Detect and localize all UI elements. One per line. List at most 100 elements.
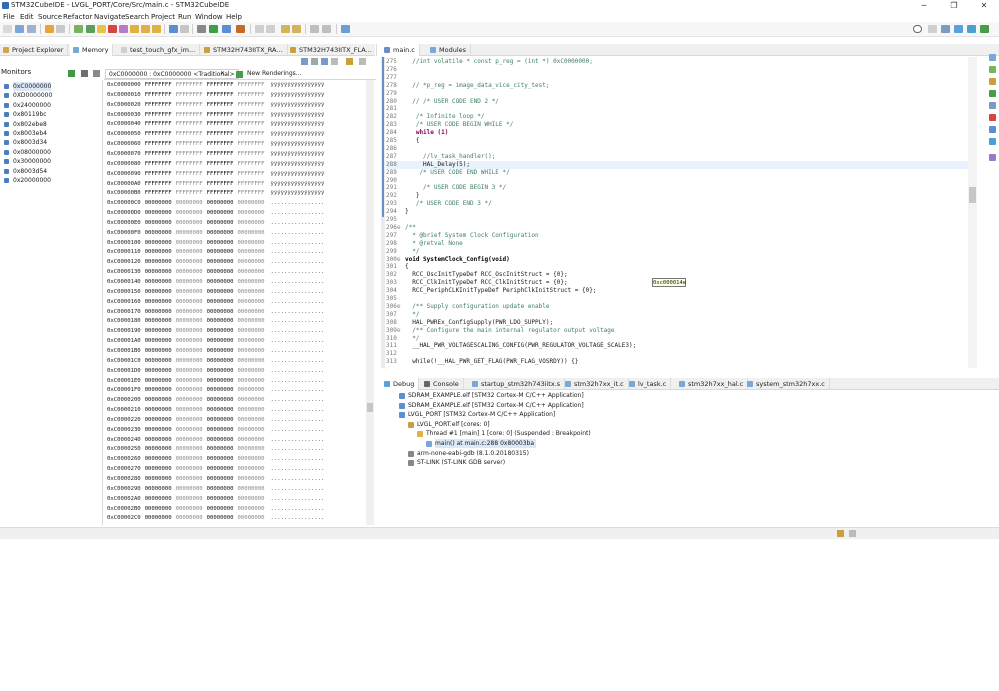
debug-tree-node[interactable]: arm-none-eabi-gdb (8.1.0.20180315) xyxy=(408,449,529,458)
search-toolbar-icon[interactable] xyxy=(255,25,264,33)
sfr-icon[interactable] xyxy=(989,126,996,133)
debug-icon[interactable] xyxy=(222,25,231,33)
remove-all-icon[interactable] xyxy=(93,70,100,77)
monitor-item[interactable]: 0xC0000000 xyxy=(4,82,52,91)
rendering-tab[interactable]: 0xC0000000 : 0xC0000000 <Traditional> xyxy=(105,69,239,79)
outline-icon[interactable] xyxy=(989,102,996,109)
new-renderings-tab[interactable]: New Renderings... xyxy=(244,69,304,79)
annotation-next-icon[interactable] xyxy=(281,25,290,33)
step-over-icon[interactable] xyxy=(141,25,150,33)
external-tools-icon[interactable] xyxy=(236,25,245,33)
remove-monitor-icon[interactable] xyxy=(81,70,88,77)
search-icon[interactable] xyxy=(913,25,922,33)
variables-icon[interactable] xyxy=(989,54,996,61)
info-icon[interactable] xyxy=(341,25,350,33)
instruction-step-icon[interactable] xyxy=(169,25,178,33)
back-icon[interactable] xyxy=(310,25,319,33)
debug-tree-node[interactable]: LVGL_PORT.elf [cores: 0] xyxy=(408,420,490,429)
minimize-icon[interactable]: ─ xyxy=(909,0,939,11)
monitor-item[interactable]: 0x20000000 xyxy=(4,176,51,185)
monitor-item[interactable]: 0x08000000 xyxy=(4,148,51,157)
step-return-icon[interactable] xyxy=(152,25,161,33)
menu-file[interactable]: File xyxy=(3,13,15,21)
annotation-prev-icon[interactable] xyxy=(292,25,301,33)
cpp-perspective-icon[interactable] xyxy=(941,25,950,33)
reset-icon[interactable] xyxy=(180,25,189,33)
skip-breakpoints-icon[interactable] xyxy=(74,25,83,33)
debug-perspective-icon[interactable] xyxy=(954,25,963,33)
dropdown-icon[interactable] xyxy=(56,25,65,33)
close-icon[interactable]: ✕ xyxy=(969,0,999,11)
suspend-icon[interactable] xyxy=(97,25,106,33)
restore-icon[interactable]: ❐ xyxy=(939,0,969,11)
menu-edit[interactable]: Edit xyxy=(20,13,34,21)
save-icon[interactable] xyxy=(15,25,24,33)
menu-help[interactable]: Help xyxy=(226,13,242,21)
memory-scroll-thumb[interactable] xyxy=(367,403,373,412)
debug-tab-0[interactable]: Debug xyxy=(381,378,420,390)
tab-4[interactable]: STM32H743IITX_FLA... xyxy=(287,44,377,56)
link-icon[interactable] xyxy=(301,58,308,65)
debug-tab-5[interactable]: stm32h7xx_hal.c xyxy=(676,378,749,390)
minimize-view-icon[interactable] xyxy=(359,58,366,65)
registers-icon[interactable] xyxy=(989,90,996,97)
monitor-item[interactable]: 0x8003d54 xyxy=(4,167,47,176)
disconnect-icon[interactable] xyxy=(119,25,128,33)
tab-2[interactable]: test_touch_gfx_im... xyxy=(118,44,201,56)
build-analyzer-icon[interactable] xyxy=(989,154,996,161)
editor-tab-1[interactable]: Modules xyxy=(427,44,472,56)
editor-scrollbar[interactable] xyxy=(968,57,977,368)
run-icon[interactable] xyxy=(209,25,218,33)
save-all-icon[interactable] xyxy=(27,25,36,33)
code-editor[interactable]: 275 //int volatile * const p_reg = (int … xyxy=(386,57,970,368)
menu-project[interactable]: Project xyxy=(151,13,175,21)
status-icon-2[interactable] xyxy=(849,530,856,537)
menu-refactor[interactable]: Refactor xyxy=(63,13,92,21)
format-icon[interactable] xyxy=(346,58,353,65)
terminate-icon[interactable] xyxy=(108,25,117,33)
device-config-icon[interactable] xyxy=(967,25,976,33)
perspective-icon[interactable] xyxy=(928,25,937,33)
monitor-item[interactable]: 0x8003d34 xyxy=(4,138,47,147)
close-tab-icon[interactable]: ✕ xyxy=(220,71,226,77)
live-expressions-icon[interactable] xyxy=(989,138,996,145)
menu-run[interactable]: Run xyxy=(178,13,191,21)
forward-icon[interactable] xyxy=(322,25,331,33)
editor-tab-0[interactable]: main.c xyxy=(381,44,420,56)
monitor-item[interactable]: 0x24000000 xyxy=(4,101,51,110)
monitor-item[interactable]: 0x80119bc xyxy=(4,110,47,119)
menu-window[interactable]: Window xyxy=(195,13,223,21)
tab-1[interactable]: Memory xyxy=(70,44,114,56)
fault-analyzer-icon[interactable] xyxy=(989,114,996,121)
debug-tree-node[interactable]: main() at main.c:288 0x80003ba xyxy=(426,439,537,448)
new-icon[interactable] xyxy=(3,25,12,33)
build-icon[interactable] xyxy=(45,25,54,33)
monitor-item[interactable]: 0XD0000000 xyxy=(4,91,52,100)
pin-icon[interactable] xyxy=(266,25,275,33)
debug-tab-2[interactable]: startup_stm32h743iitx.s xyxy=(469,378,566,390)
layout-icon[interactable] xyxy=(321,58,328,65)
debug-tree-node[interactable]: ST-LINK (ST-LINK GDB server) xyxy=(408,458,505,467)
settings-icon[interactable] xyxy=(197,25,206,33)
tab-3[interactable]: STM32H743IITX_RA... xyxy=(201,44,288,56)
status-icon[interactable] xyxy=(837,530,844,537)
step-into-icon[interactable] xyxy=(130,25,139,33)
add-monitor-icon[interactable] xyxy=(68,70,75,77)
debug-tree-node[interactable]: Thread #1 [main] 1 [core: 0] (Suspended … xyxy=(417,429,591,438)
monitor-item[interactable]: 0x802ebe8 xyxy=(4,120,47,129)
toggle-icon[interactable] xyxy=(311,58,318,65)
monitor-item[interactable]: 0x8003eb4 xyxy=(4,129,47,138)
expressions-icon[interactable] xyxy=(989,78,996,85)
editor-scroll-thumb[interactable] xyxy=(969,187,976,203)
view-menu-icon[interactable] xyxy=(331,58,338,65)
monitor-item[interactable]: 0x30000000 xyxy=(4,157,51,166)
debug-tab-1[interactable]: Console xyxy=(421,378,464,390)
menu-source[interactable]: Source xyxy=(38,13,62,21)
debug-tab-3[interactable]: stm32h7xx_it.c xyxy=(562,378,629,390)
memory-scrollbar[interactable] xyxy=(366,80,374,525)
menu-navigate[interactable]: Navigate xyxy=(94,13,125,21)
tab-0[interactable]: Project Explorer xyxy=(0,44,69,56)
debug-tree-node[interactable]: LVGL_PORT [STM32 Cortex-M C/C++ Applicat… xyxy=(399,410,555,419)
debug-tree-node[interactable]: SDRAM_EXAMPLE.elf [STM32 Cortex-M C/C++ … xyxy=(399,391,584,400)
menu-search[interactable]: Search xyxy=(125,13,149,21)
